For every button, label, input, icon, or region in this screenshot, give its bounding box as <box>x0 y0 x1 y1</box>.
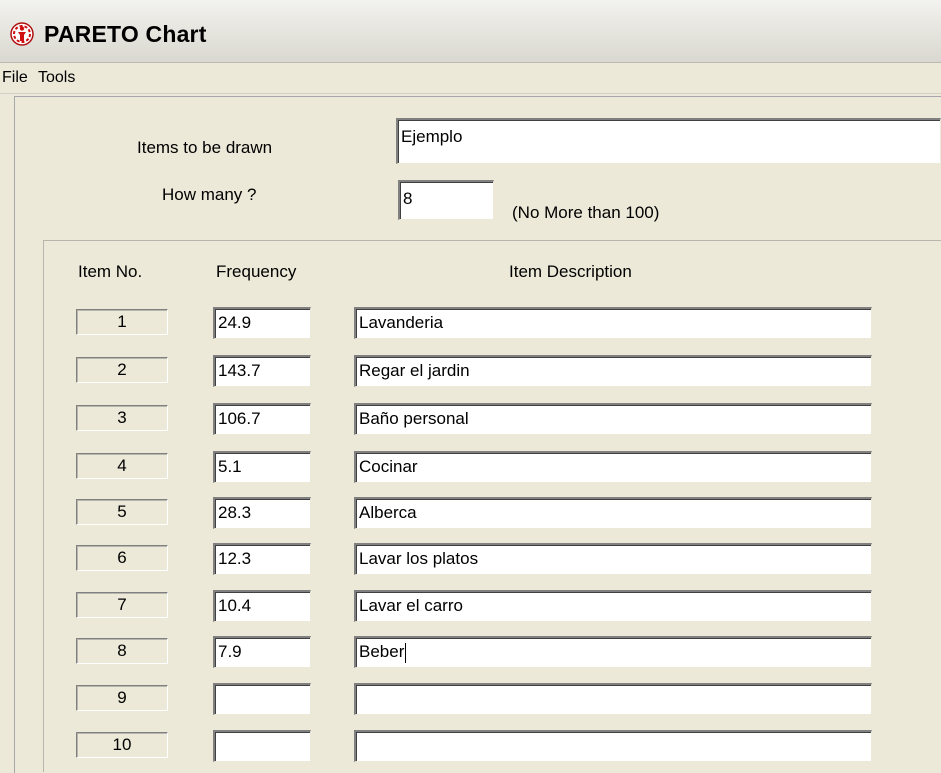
item-number: 5 <box>76 499 168 525</box>
window-title: PARETO Chart <box>44 21 207 47</box>
description-input-active[interactable]: Beber <box>354 636 872 668</box>
item-number: 10 <box>76 732 168 758</box>
item-number: 6 <box>76 545 168 571</box>
frequency-input[interactable] <box>213 730 311 762</box>
menu-tools[interactable]: Tools <box>38 69 75 87</box>
item-number: 9 <box>76 685 168 711</box>
frequency-input[interactable]: 7.9 <box>213 636 311 668</box>
description-input[interactable]: Lavanderia <box>354 307 872 339</box>
column-header-frequency: Frequency <box>216 262 297 281</box>
pareto-app-icon <box>10 22 34 46</box>
column-header-item-no: Item No. <box>78 262 143 281</box>
menu-file[interactable]: File <box>2 69 28 87</box>
item-number: 7 <box>76 592 168 618</box>
description-input[interactable]: Cocinar <box>354 451 872 483</box>
title-bar[interactable]: PARETO Chart <box>0 0 941 63</box>
items-to-be-drawn-label: Items to be drawn <box>137 138 273 157</box>
description-input[interactable]: Regar el jardin <box>354 355 872 387</box>
item-number: 4 <box>76 453 168 479</box>
description-input[interactable]: Baño personal <box>354 403 872 435</box>
frequency-input[interactable]: 24.9 <box>213 307 311 339</box>
item-number: 1 <box>76 309 168 335</box>
description-input[interactable]: Alberca <box>354 497 872 529</box>
description-input[interactable]: Lavar los platos <box>354 543 872 575</box>
description-input[interactable] <box>354 730 872 762</box>
item-number: 2 <box>76 357 168 383</box>
frequency-input[interactable]: 12.3 <box>213 543 311 575</box>
item-number: 8 <box>76 638 168 664</box>
frequency-input[interactable]: 5.1 <box>213 451 311 483</box>
how-many-input[interactable]: 8 <box>398 180 494 220</box>
frequency-input[interactable]: 143.7 <box>213 355 311 387</box>
description-input[interactable]: Lavar el carro <box>354 590 872 622</box>
description-text: Beber <box>359 642 405 661</box>
item-number: 3 <box>76 405 168 431</box>
frequency-input[interactable]: 106.7 <box>213 403 311 435</box>
how-many-label: How many ? <box>162 185 257 204</box>
app-window: PARETO Chart File Tools Items to be draw… <box>0 0 941 773</box>
frequency-input[interactable]: 10.4 <box>213 590 311 622</box>
items-to-be-drawn-input[interactable]: Ejemplo <box>396 118 941 164</box>
frequency-input[interactable] <box>213 683 311 715</box>
frequency-input[interactable]: 28.3 <box>213 497 311 529</box>
text-cursor <box>405 642 407 663</box>
how-many-hint: (No More than 100) <box>512 203 660 222</box>
menu-bar: File Tools <box>0 63 941 94</box>
column-header-description: Item Description <box>509 262 632 281</box>
description-input[interactable] <box>354 683 872 715</box>
